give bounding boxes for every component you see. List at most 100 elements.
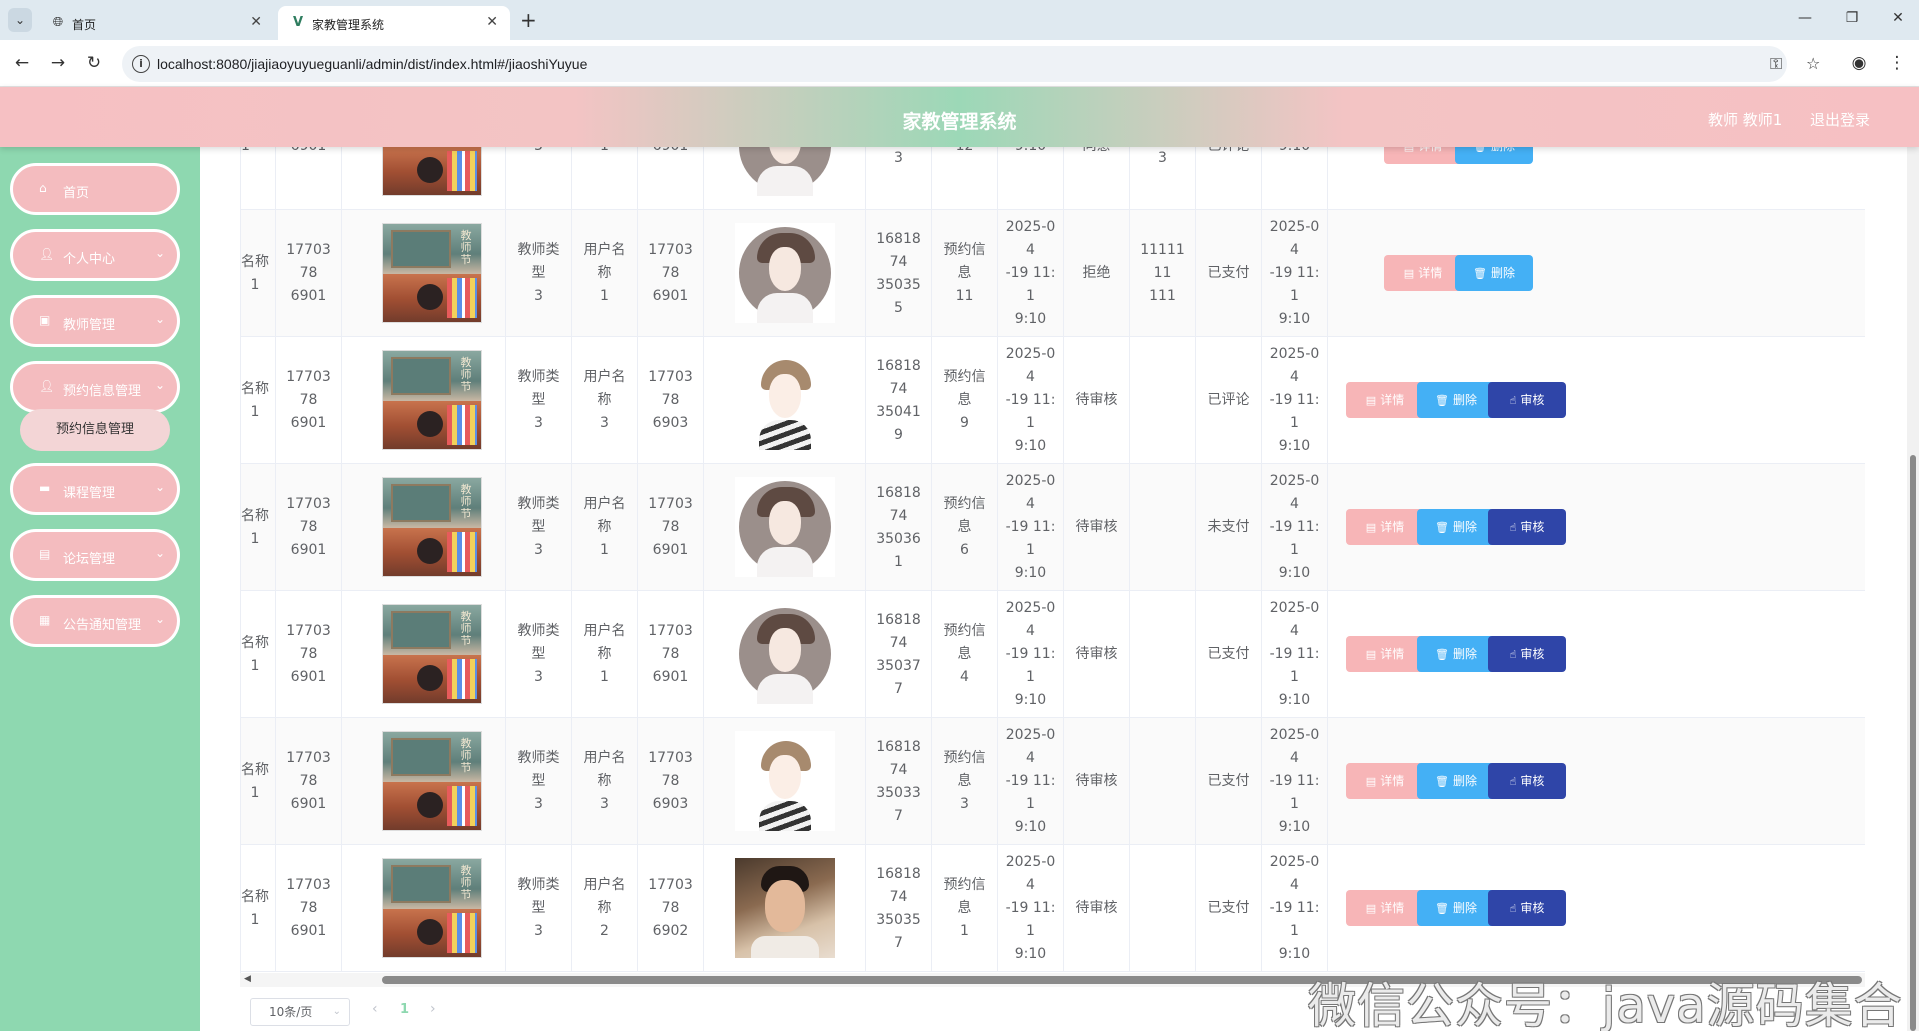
detail-button[interactable]: ▤详情 xyxy=(1346,509,1424,545)
cover-image[interactable]: 教师节 xyxy=(382,147,482,196)
button-label: 删除 xyxy=(1452,392,1477,407)
table-row: 名称 1 1770378 6901 教师节 教师类型 3 用户名称 3 1770378 6… xyxy=(241,718,1865,845)
submenu-item-booking-manage[interactable]: 预约信息管理 xyxy=(20,409,170,451)
sidebar-item-label: 论坛管理 xyxy=(63,552,116,567)
page-number[interactable]: 1 xyxy=(400,1002,409,1017)
sidebar-item-personal-center[interactable]: 👤︎ 个人中心 ⌄ xyxy=(10,229,180,281)
cover-image[interactable]: 教师节 xyxy=(382,731,482,831)
sidebar-item-teacher[interactable]: ▣ 教师管理 ⌄ xyxy=(10,295,180,347)
cover-image[interactable]: 教师节 xyxy=(382,604,482,704)
sidebar-item-label: 公告通知管理 xyxy=(63,618,142,633)
button-label: 审核 xyxy=(1520,392,1545,407)
user-avatar[interactable] xyxy=(735,147,835,196)
table-cell: 1681874 350357 xyxy=(866,845,932,972)
site-info-icon[interactable]: i xyxy=(132,55,150,73)
table-cell: 123123 xyxy=(1130,147,1196,210)
restore-icon[interactable]: ❐ xyxy=(1842,10,1862,26)
user-avatar[interactable] xyxy=(735,604,835,704)
actions-cell: ▤ 详情 🗑︎ 删除 ☝︎ 审核 xyxy=(1328,845,1865,972)
browser-tab-home[interactable]: 🌐︎ 首页 ✕ xyxy=(38,6,274,40)
vertical-scrollbar[interactable] xyxy=(1907,147,1919,1031)
reload-icon[interactable]: ↻ xyxy=(82,51,106,75)
delete-button[interactable]: 🗑︎删除 xyxy=(1417,636,1495,672)
table-cell xyxy=(1130,718,1196,845)
user-avatar[interactable] xyxy=(735,223,835,323)
delete-button[interactable]: 🗑︎删除 xyxy=(1417,890,1495,926)
logout-link[interactable]: 退出登录 xyxy=(1810,109,1870,130)
button-label: 详情 xyxy=(1418,147,1442,158)
browser-tab-active[interactable]: V 家教管理系统 ✕ xyxy=(278,6,510,40)
cell-text: 1681874 350357 xyxy=(876,865,921,951)
review-button[interactable]: ☝︎ 审核 xyxy=(1488,763,1566,799)
page-size-select[interactable]: 10条/页 ⌄ xyxy=(250,998,350,1026)
browser-menu-icon[interactable]: ⋮ xyxy=(1885,51,1909,75)
sidebar-item-notice[interactable]: ▦ 公告通知管理 ⌄ xyxy=(10,595,180,647)
detail-button[interactable]: ▤详情 xyxy=(1346,382,1424,418)
url-text[interactable]: localhost:8080/jiajiaoyuyueguanli/admin/… xyxy=(157,56,587,72)
detail-button[interactable]: ▤详情 xyxy=(1346,763,1424,799)
detail-button[interactable]: ▤详情 xyxy=(1384,255,1462,291)
sidebar-item-forum[interactable]: ▤ 论坛管理 ⌄ xyxy=(10,529,180,581)
user-photo[interactable] xyxy=(735,858,835,958)
table-cell: 待审核 xyxy=(1064,337,1130,464)
document-icon: ▤ xyxy=(1365,520,1377,534)
cover-image[interactable]: 教师节 xyxy=(382,223,482,323)
sidebar-item-label: 教师管理 xyxy=(63,318,116,333)
chevron-down-icon: ⌄ xyxy=(154,546,165,560)
delete-button[interactable]: 🗑︎删除 xyxy=(1455,255,1533,291)
sidebar-item-course[interactable]: ▬ 课程管理 ⌄ xyxy=(10,463,180,515)
scrollbar-thumb[interactable] xyxy=(1910,455,1916,1031)
table-cell: 6901 xyxy=(276,147,342,210)
new-tab-icon[interactable]: + xyxy=(520,8,537,32)
table-cell: 教师类型 3 xyxy=(506,845,572,972)
cell-text: 已支付 xyxy=(1207,900,1250,916)
profile-icon[interactable]: ◉ xyxy=(1847,51,1871,75)
detail-button[interactable]: ▤详情 xyxy=(1346,890,1424,926)
bookmark-star-icon[interactable]: ☆ xyxy=(1806,54,1820,73)
cell-text: 用户名称 2 xyxy=(583,877,626,939)
table-cell: 待审核 xyxy=(1064,464,1130,591)
next-page-icon[interactable]: › xyxy=(430,1001,436,1017)
button-label: 详情 xyxy=(1380,646,1405,661)
user-avatar[interactable] xyxy=(735,731,835,831)
user-icon: 👤︎ xyxy=(39,247,55,261)
close-icon[interactable]: ✕ xyxy=(486,14,498,30)
cover-image[interactable]: 教师节 xyxy=(382,350,482,450)
prev-page-icon[interactable]: ‹ xyxy=(372,1001,378,1017)
review-button[interactable]: ☝︎ 审核 xyxy=(1488,382,1566,418)
password-key-icon[interactable]: ⚿ xyxy=(1770,54,1782,74)
url-field[interactable]: i localhost:8080/jiajiaoyuyueguanli/admi… xyxy=(122,46,1820,82)
review-button[interactable]: ☝︎ 审核 xyxy=(1488,636,1566,672)
cell-text: 名称 1 xyxy=(241,761,269,801)
cover-image-text: 教师节 xyxy=(460,610,472,647)
table-cell: 1681874 350355 xyxy=(866,210,932,337)
window-close-icon[interactable]: ✕ xyxy=(1888,10,1908,26)
close-icon[interactable]: ✕ xyxy=(250,14,262,30)
trash-icon: 🗑︎ xyxy=(1435,520,1449,534)
detail-button[interactable]: ▤详情 xyxy=(1346,636,1424,672)
cover-image[interactable]: 教师节 xyxy=(382,477,482,577)
back-icon[interactable]: ← xyxy=(10,51,34,75)
review-button[interactable]: ☝︎ 审核 xyxy=(1488,509,1566,545)
detail-button[interactable]: ▤详情 xyxy=(1384,147,1462,164)
delete-button[interactable]: 🗑︎删除 xyxy=(1417,382,1495,418)
delete-button[interactable]: 🗑︎删除 xyxy=(1417,763,1495,799)
minimize-icon[interactable]: — xyxy=(1795,10,1815,26)
delete-button[interactable]: 🗑︎删除 xyxy=(1455,147,1533,164)
table-cell: 350373 xyxy=(866,147,932,210)
cell-text: 未支付 xyxy=(1207,519,1250,535)
table-cell: 1770378 6901 xyxy=(276,845,342,972)
delete-button[interactable]: 🗑︎删除 xyxy=(1417,509,1495,545)
user-avatar-cell xyxy=(704,845,866,972)
user-avatar[interactable] xyxy=(735,350,835,450)
review-button[interactable]: ☝︎ 审核 xyxy=(1488,890,1566,926)
tab-search-chevron-icon[interactable]: ⌄ xyxy=(8,8,32,32)
page-size-value: 10条/页 xyxy=(269,1005,313,1019)
table-cell: 9:10 xyxy=(998,147,1064,210)
forward-icon[interactable]: → xyxy=(46,51,70,75)
cover-image[interactable]: 教师节 xyxy=(382,858,482,958)
scroll-left-icon[interactable]: ◀ xyxy=(244,974,251,984)
user-avatar[interactable] xyxy=(735,477,835,577)
sidebar-item-booking[interactable]: 👤︎ 预约信息管理 ⌄ xyxy=(10,361,180,413)
sidebar-item-home[interactable]: ⌂ 首页 xyxy=(10,163,180,215)
